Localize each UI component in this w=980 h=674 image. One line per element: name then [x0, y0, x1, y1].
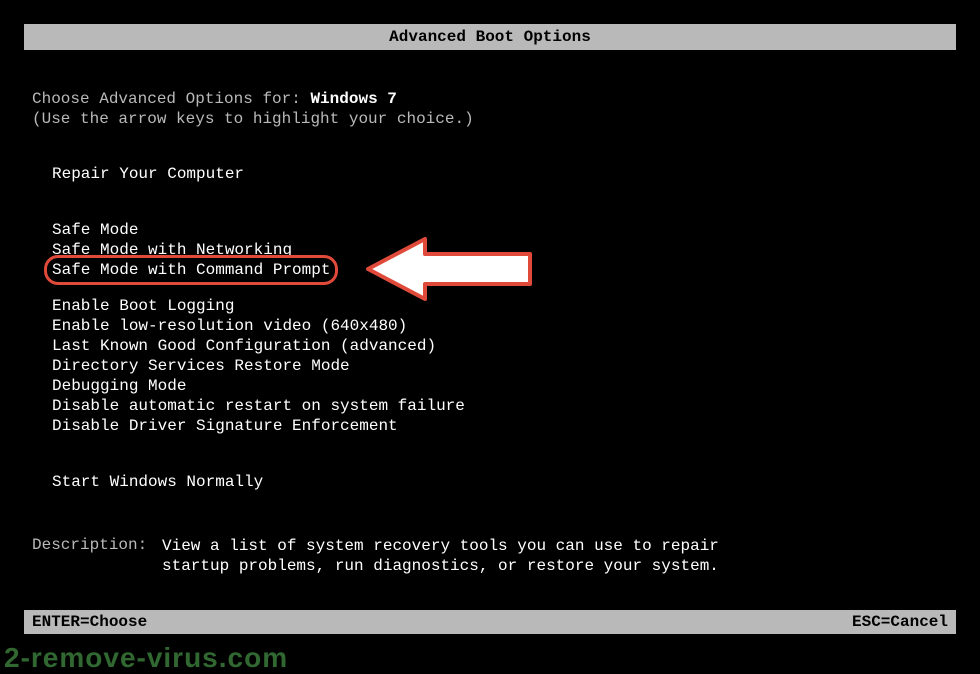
group-safe-mode: Safe Mode Safe Mode with Networking Safe…	[32, 220, 948, 280]
option-last-known-good[interactable]: Last Known Good Configuration (advanced)	[52, 336, 948, 356]
watermark: 2-remove-virus.com	[4, 642, 288, 674]
group-repair: Repair Your Computer	[32, 164, 948, 184]
title-bar: Advanced Boot Options	[24, 24, 956, 50]
option-enable-boot-logging[interactable]: Enable Boot Logging	[52, 296, 948, 316]
option-safe-mode-networking[interactable]: Safe Mode with Networking	[52, 240, 948, 260]
prompt-line: Choose Advanced Options for: Windows 7	[32, 90, 948, 108]
option-disable-auto-restart[interactable]: Disable automatic restart on system fail…	[52, 396, 948, 416]
option-safe-mode[interactable]: Safe Mode	[52, 220, 948, 240]
description-text: View a list of system recovery tools you…	[162, 536, 722, 576]
footer-esc-hint: ESC=Cancel	[852, 613, 948, 631]
option-low-res-video[interactable]: Enable low-resolution video (640x480)	[52, 316, 948, 336]
os-name: Windows 7	[310, 90, 396, 108]
description-row: Description: View a list of system recov…	[32, 536, 948, 576]
option-directory-services-restore[interactable]: Directory Services Restore Mode	[52, 356, 948, 376]
footer-bar: ENTER=Choose ESC=Cancel	[24, 610, 956, 634]
option-repair-your-computer[interactable]: Repair Your Computer	[52, 164, 948, 184]
main-content: Choose Advanced Options for: Windows 7 (…	[0, 90, 980, 576]
hint-line: (Use the arrow keys to highlight your ch…	[32, 110, 948, 128]
description-label: Description:	[32, 536, 162, 576]
footer-enter-hint: ENTER=Choose	[32, 613, 147, 631]
group-advanced: Enable Boot Logging Enable low-resolutio…	[32, 296, 948, 436]
option-start-windows-normally[interactable]: Start Windows Normally	[52, 472, 948, 492]
page-title: Advanced Boot Options	[389, 28, 591, 46]
group-normal: Start Windows Normally	[32, 472, 948, 492]
option-debugging-mode[interactable]: Debugging Mode	[52, 376, 948, 396]
highlighted-option-wrap: Safe Mode with Command Prompt	[52, 260, 330, 280]
prompt-prefix: Choose Advanced Options for:	[32, 90, 310, 108]
option-disable-driver-sig[interactable]: Disable Driver Signature Enforcement	[52, 416, 948, 436]
option-safe-mode-command-prompt[interactable]: Safe Mode with Command Prompt	[52, 260, 330, 280]
